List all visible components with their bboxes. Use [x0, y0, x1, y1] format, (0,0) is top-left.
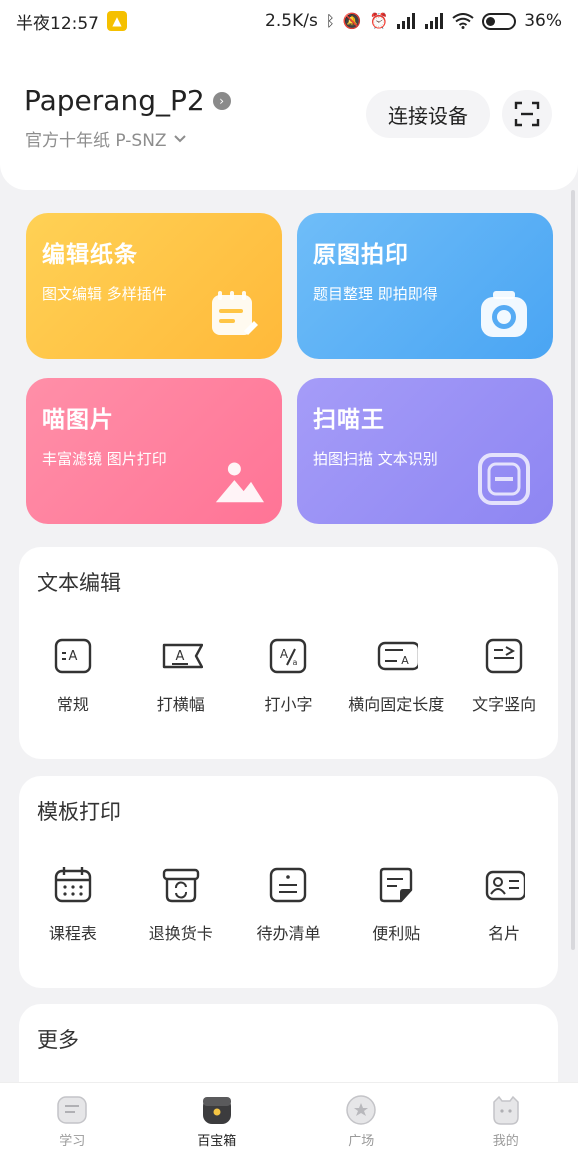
scan-icon	[478, 453, 530, 505]
calendar-icon	[54, 867, 92, 903]
toolbox-icon	[202, 1097, 231, 1124]
tool-label: 打横幅	[156, 695, 205, 714]
tool-label: 待办清单	[256, 924, 321, 943]
template-schedule[interactable]: 课程表	[19, 866, 127, 944]
paper-type-selector[interactable]: 官方十年纸 P-SNZ	[25, 126, 187, 151]
template-business-card[interactable]: 名片	[450, 866, 558, 944]
tab-profile[interactable]: 我的	[434, 1083, 578, 1155]
svg-text:A: A	[175, 649, 184, 664]
tool-label: 常规	[56, 695, 89, 714]
tool-normal[interactable]: A 常规	[19, 637, 127, 715]
feature-title: 喵图片	[42, 407, 114, 433]
connect-device-button[interactable]: 连接设备	[366, 90, 490, 138]
tool-label: 便利贴	[372, 924, 421, 943]
chevron-right-icon: ›	[212, 91, 231, 110]
tab-plaza[interactable]: 广场	[289, 1083, 434, 1155]
note-edit-icon	[212, 291, 258, 335]
todo-list-icon	[270, 867, 307, 903]
device-name[interactable]: Paperang_P2 ›	[24, 84, 231, 117]
tool-small-text[interactable]: Aa 打小字	[235, 637, 343, 715]
scrollbar[interactable]	[571, 190, 575, 950]
signal-icon	[397, 13, 416, 29]
device-name-text: Paperang_P2	[24, 84, 205, 117]
study-icon	[57, 1096, 87, 1124]
image-icon	[215, 462, 264, 503]
tool-banner[interactable]: A 打横幅	[127, 637, 235, 715]
tab-label: 学习	[59, 1134, 86, 1149]
feature-subtitle: 题目整理 即拍即得	[313, 285, 438, 303]
template-sticky-note[interactable]: 便利贴	[342, 866, 450, 944]
device-header: Paperang_P2 › 官方十年纸 P-SNZ 连接设备	[0, 42, 578, 190]
return-box-icon	[162, 868, 199, 903]
tab-label: 广场	[348, 1134, 375, 1149]
scan-code-button[interactable]	[502, 90, 552, 138]
section-title: 更多	[37, 1028, 79, 1052]
tool-vertical-text[interactable]: 文字竖向	[450, 637, 558, 715]
tool-label: 文字竖向	[472, 695, 537, 714]
feature-subtitle: 丰富滤镜 图片打印	[42, 450, 167, 468]
business-card-icon	[485, 870, 526, 901]
profile-cat-icon	[493, 1095, 519, 1125]
vertical-text-icon	[485, 638, 523, 674]
feature-title: 扫喵王	[313, 407, 385, 433]
flame-icon: ▲	[107, 11, 127, 31]
template-print-card: 模板打印 课程表 退换货卡 待办清单 便利贴 名片	[19, 776, 558, 988]
small-text-icon: Aa	[270, 638, 307, 674]
section-title: 文本编辑	[37, 571, 121, 595]
svg-text:A: A	[68, 649, 77, 664]
feature-edit-note[interactable]: 编辑纸条 图文编辑 多样插件	[26, 213, 282, 359]
battery-icon	[482, 12, 517, 30]
chevron-down-icon	[173, 134, 186, 142]
plaza-icon	[346, 1095, 376, 1125]
bottom-tab-bar: 学习 百宝箱 广场 我的	[0, 1082, 578, 1155]
feature-subtitle: 拍图扫描 文本识别	[313, 450, 438, 468]
sticky-note-icon	[380, 867, 413, 903]
section-title: 模板打印	[37, 800, 121, 824]
fixed-length-icon: A	[378, 641, 419, 671]
network-speed: 2.5K/s	[265, 11, 318, 31]
camera-icon	[481, 291, 527, 337]
tab-toolbox[interactable]: 百宝箱	[145, 1083, 290, 1155]
tab-label: 百宝箱	[197, 1134, 237, 1149]
text-normal-icon: A	[54, 638, 92, 674]
tool-label: 打小字	[264, 695, 313, 714]
template-return-card[interactable]: 退换货卡	[127, 866, 235, 944]
text-edit-card: 文本编辑 A 常规 A 打横幅 Aa 打小字 A 横向固定长度 文字竖向	[19, 547, 558, 759]
feature-title: 原图拍印	[313, 242, 409, 268]
tool-label: 横向固定长度	[348, 695, 445, 714]
tool-label: 名片	[488, 924, 521, 943]
scan-frame-icon	[514, 101, 540, 127]
feature-photo-print[interactable]: 原图拍印 题目整理 即拍即得	[297, 213, 553, 359]
signal-hd-icon	[425, 13, 444, 29]
tab-study[interactable]: 学习	[0, 1083, 145, 1155]
paper-type-text: 官方十年纸 P-SNZ	[25, 131, 167, 151]
wifi-icon	[452, 13, 474, 29]
feature-title: 编辑纸条	[42, 242, 138, 268]
mute-icon: 🔕	[342, 12, 362, 30]
tool-fixed-length[interactable]: A 横向固定长度	[342, 637, 450, 715]
feature-cat-picture[interactable]: 喵图片 丰富滤镜 图片打印	[26, 378, 282, 524]
status-time: 半夜12:57	[16, 13, 99, 34]
tab-label: 我的	[492, 1134, 519, 1149]
template-todo-list[interactable]: 待办清单	[235, 866, 343, 944]
feature-scan-king[interactable]: 扫喵王 拍图扫描 文本识别	[297, 378, 553, 524]
battery-percent: 36%	[524, 11, 562, 31]
alarm-icon: ⏰	[369, 12, 389, 30]
tool-label: 课程表	[48, 924, 97, 943]
svg-text:A: A	[280, 647, 289, 661]
status-bar: 半夜12:57 ▲ 2.5K/s ᛒ 🔕 ⏰ 36%	[0, 0, 578, 42]
bluetooth-icon: ᛒ	[325, 12, 335, 30]
svg-text:A: A	[402, 654, 410, 667]
tool-label: 退换货卡	[148, 924, 213, 943]
svg-text:a: a	[293, 658, 298, 667]
banner-icon: A	[162, 643, 203, 669]
feature-subtitle: 图文编辑 多样插件	[42, 285, 167, 303]
